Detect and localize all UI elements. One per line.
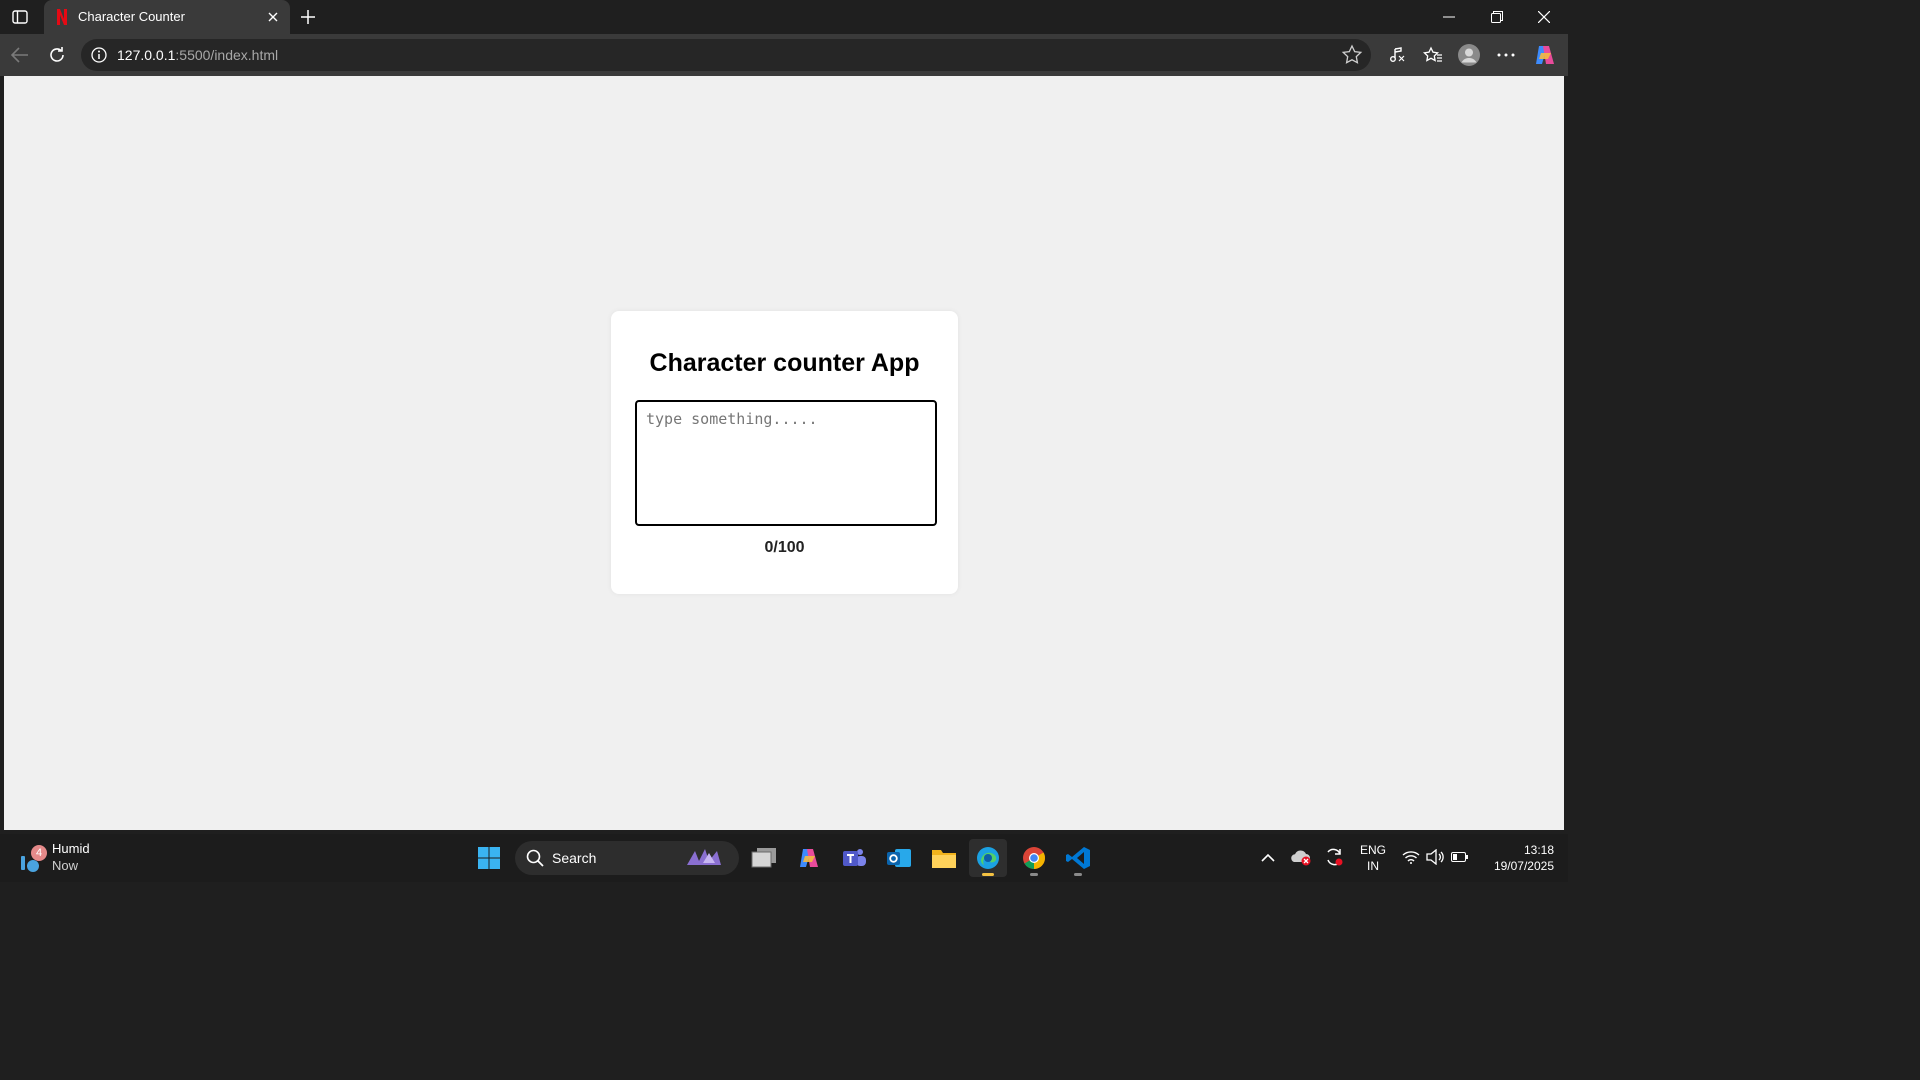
netflix-favicon-icon [55,8,69,26]
character-count: 0/100 [764,539,805,556]
favorites-icon[interactable] [1421,43,1445,67]
page-viewport: Character counter App 0/100 [4,76,1564,830]
site-info-icon[interactable] [90,46,108,64]
text-input[interactable] [635,400,937,526]
minimize-icon[interactable] [1434,6,1464,28]
active-app-indicator [982,873,994,876]
weather-label: Humid [52,841,90,856]
file-explorer-icon[interactable] [925,839,963,877]
taskbar-search[interactable]: Search [515,841,739,875]
read-aloud-icon[interactable] [1385,43,1409,67]
clock-date: 19/07/2025 [1493,859,1554,873]
chrome-icon[interactable] [1015,839,1053,877]
favorite-star-icon[interactable] [1341,44,1363,66]
outlook-icon[interactable] [880,839,918,877]
browser-tab[interactable]: Character Counter [44,0,290,34]
address-bar[interactable]: 127.0.0.1:5500/index.html [81,39,1371,71]
weather-widget[interactable]: 4 Humid Now [18,840,108,876]
input-language[interactable]: ENG IN [1358,842,1388,874]
tab-title: Character Counter [78,9,185,24]
task-view-icon[interactable] [745,839,783,877]
copilot-icon[interactable] [1533,43,1557,67]
search-icon [526,849,544,867]
reload-icon[interactable] [44,42,70,68]
counter-card: Character counter App 0/100 [611,311,958,594]
url-host: 127.0.0.1 [117,47,176,63]
copilot-app-icon[interactable] [790,839,828,877]
sync-icon[interactable] [1321,844,1347,870]
vscode-icon[interactable] [1059,839,1097,877]
region-code: IN [1367,859,1379,873]
clock-time: 13:18 [1523,843,1554,857]
wifi-icon[interactable] [1398,844,1424,870]
language-code: ENG [1359,843,1386,857]
profile-avatar-icon[interactable] [1457,43,1481,67]
browser-titlebar: Character Counter [0,0,1568,34]
restore-icon[interactable] [1482,6,1512,28]
battery-icon[interactable] [1447,844,1473,870]
url-text: 127.0.0.1:5500/index.html [117,47,278,63]
edge-icon[interactable] [969,839,1007,877]
tab-actions-icon[interactable] [8,6,32,28]
close-window-icon[interactable] [1529,6,1559,28]
teams-icon[interactable] [835,839,873,877]
running-app-indicator [1030,873,1038,876]
new-tab-button[interactable] [297,6,319,28]
start-button[interactable] [470,839,508,877]
back-arrow-icon[interactable] [7,42,33,68]
onedrive-error-icon[interactable] [1288,844,1314,870]
more-menu-icon[interactable] [1494,43,1518,67]
search-label: Search [552,850,597,866]
weather-badge: 4 [31,845,47,861]
windows-taskbar: 4 Humid Now Search ENG IN 13:18 19/07/20… [0,834,1568,882]
weather-time: Now [52,858,79,873]
url-path: :5500/index.html [175,47,279,63]
system-clock[interactable]: 13:18 19/07/2025 [1478,842,1554,874]
close-tab-icon[interactable] [264,8,282,26]
search-highlight-icon [685,845,733,876]
running-app-indicator [1074,873,1082,876]
show-hidden-icons-chevron-icon[interactable] [1255,844,1281,870]
browser-toolbar: 127.0.0.1:5500/index.html [0,34,1568,76]
page-title: Character counter App [649,349,920,377]
volume-icon[interactable] [1422,844,1448,870]
